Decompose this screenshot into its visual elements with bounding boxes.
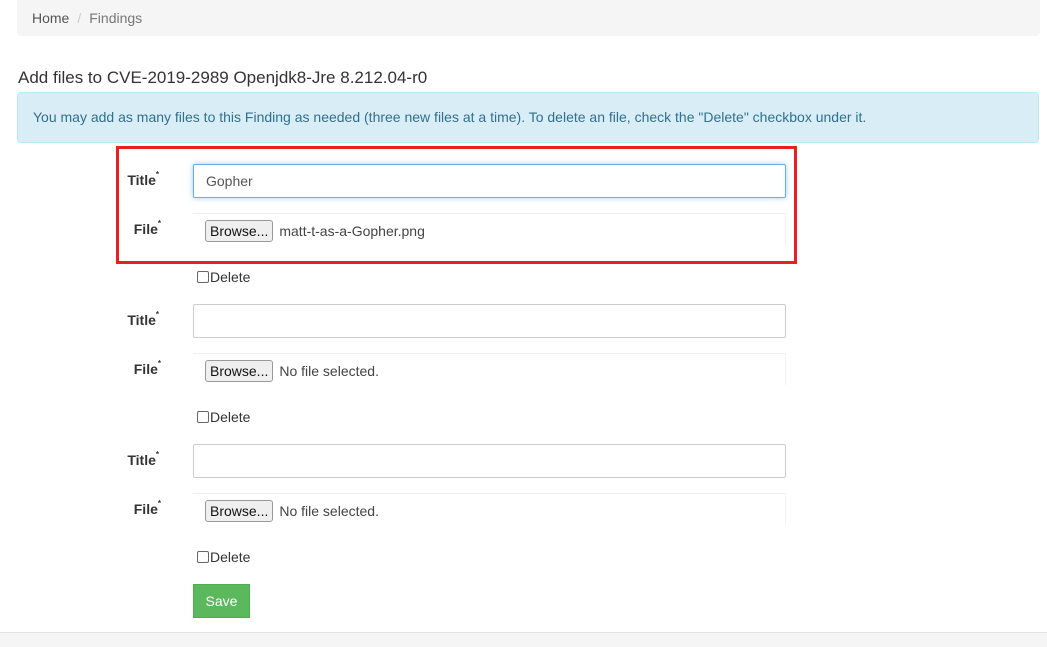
file-name-3: No file selected.: [279, 502, 379, 519]
delete-checkbox-1[interactable]: [197, 271, 209, 283]
title-input-2[interactable]: [193, 304, 786, 338]
delete-option-2[interactable]: Delete: [197, 409, 250, 425]
delete-checkbox-3[interactable]: [197, 551, 209, 563]
file-name-2: No file selected.: [279, 362, 379, 379]
delete-label-1: Delete: [210, 269, 251, 285]
info-alert: You may add as many files to this Findin…: [17, 92, 1039, 143]
title-input-1[interactable]: [193, 164, 786, 198]
breadcrumb-findings: Findings: [89, 10, 143, 26]
file-label-2: File*: [133, 359, 161, 377]
browse-button-3[interactable]: Browse...: [205, 499, 274, 522]
page-title: Add files to CVE-2019-2989 Openjdk8-Jre …: [18, 68, 428, 87]
footer: [0, 632, 1047, 647]
delete-checkbox-2[interactable]: [197, 411, 209, 423]
file-input-2: Browse... No file selected.: [193, 353, 786, 385]
file-input-3: Browse... No file selected.: [193, 493, 786, 525]
title-label-3: Title*: [127, 450, 159, 468]
breadcrumb-home[interactable]: Home: [32, 10, 69, 26]
delete-label-3: Delete: [210, 549, 251, 565]
breadcrumb-separator: /: [77, 10, 82, 26]
save-button[interactable]: Save: [193, 584, 250, 618]
file-label-3: File*: [133, 499, 161, 517]
browse-button-2[interactable]: Browse...: [205, 359, 274, 382]
title-input-3[interactable]: [193, 444, 786, 478]
title-label-1: Title*: [127, 170, 159, 188]
file-input-1: Browse... matt-t-as-a-Gopher.png: [193, 213, 786, 245]
breadcrumb: Home / Findings: [17, 0, 1040, 36]
delete-label-2: Delete: [210, 409, 251, 425]
file-label-1: File*: [133, 219, 161, 237]
file-name-1: matt-t-as-a-Gopher.png: [279, 222, 425, 239]
delete-option-3[interactable]: Delete: [197, 549, 250, 565]
title-label-2: Title*: [127, 310, 159, 328]
browse-button-1[interactable]: Browse...: [205, 219, 274, 242]
delete-option-1[interactable]: Delete: [197, 269, 250, 285]
